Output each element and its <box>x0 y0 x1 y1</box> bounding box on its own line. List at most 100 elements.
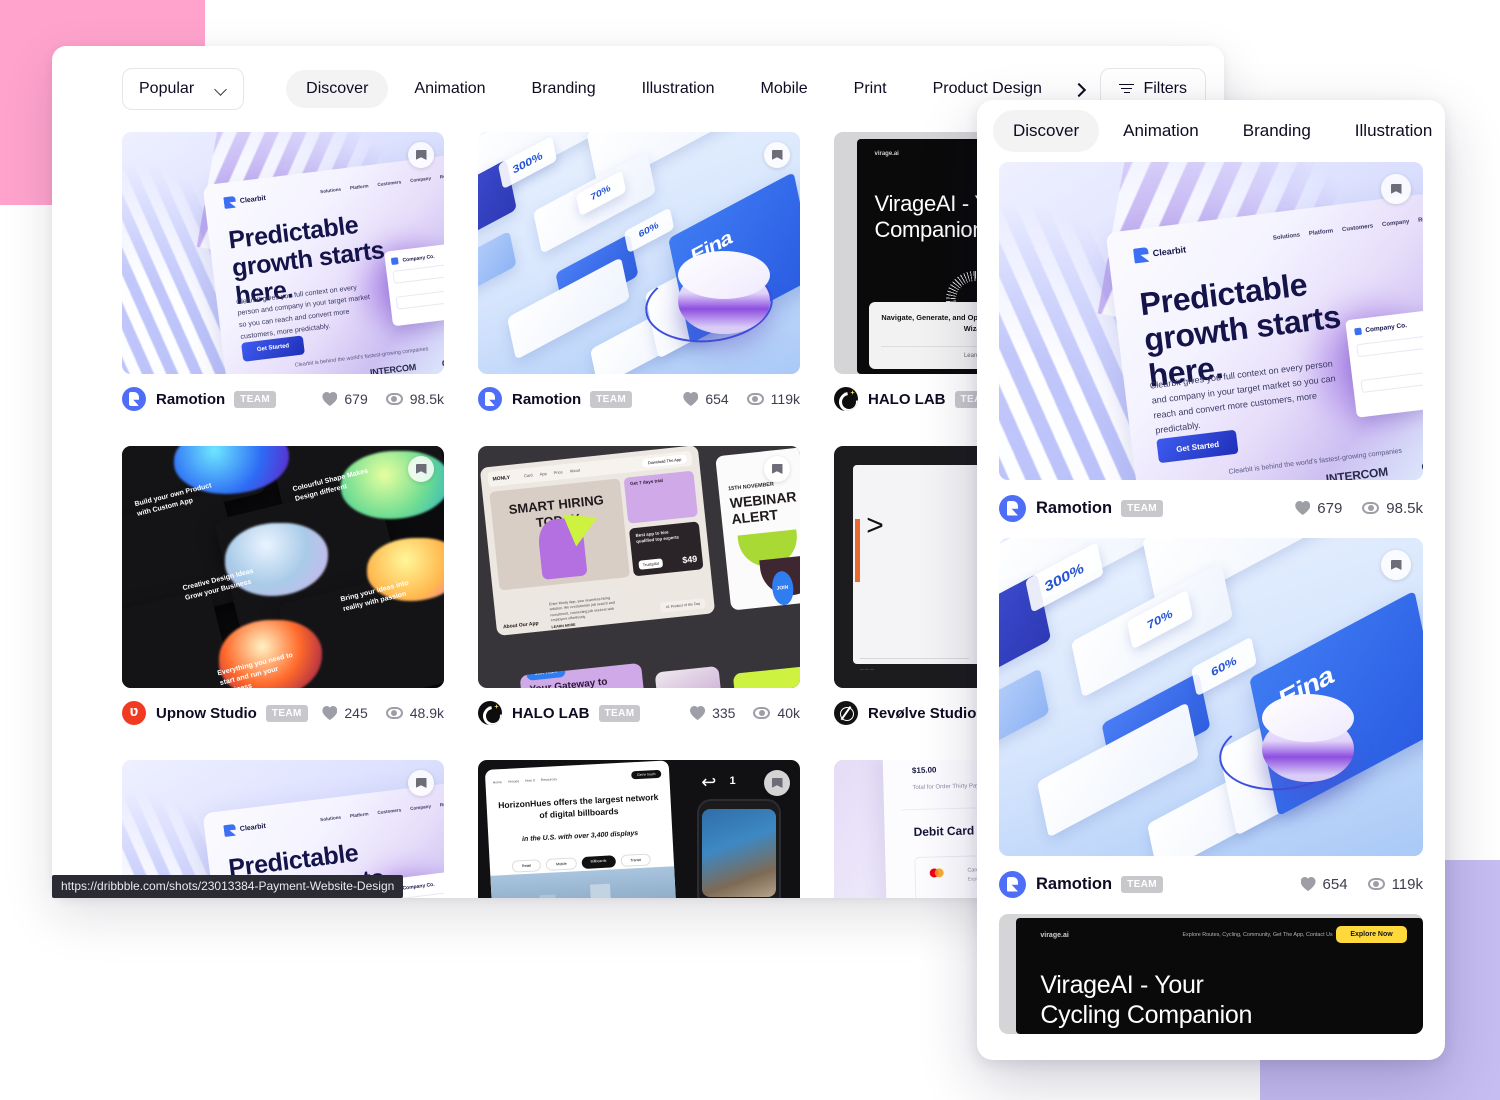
nav-link: Company <box>410 803 432 812</box>
shot-author[interactable]: HALO LAB <box>512 705 590 722</box>
monly-about: About Our App <box>502 619 539 630</box>
virage-nav-links: Explore Routes, Cycling, Community, Get … <box>1182 932 1333 939</box>
eye-icon <box>746 393 764 405</box>
sort-dropdown[interactable]: Popular <box>122 68 245 110</box>
partner-logo: asana <box>1258 476 1292 480</box>
nav-link: Resources <box>1417 214 1423 224</box>
panel-tab-animation[interactable]: Animation <box>1103 110 1219 152</box>
tab-discover[interactable]: Discover <box>286 70 389 108</box>
likes-stat: 654 <box>683 391 729 407</box>
team-badge: TEAM <box>234 390 277 408</box>
monly-brand-label: MONLY <box>747 687 798 688</box>
panel-tab-illustration[interactable]: Illustration <box>1335 110 1445 152</box>
tab-illustration[interactable]: Illustration <box>622 70 735 108</box>
shot-card[interactable]: 300% 70% 60% Eina Inter <box>999 538 1423 898</box>
likes-stat: 335 <box>690 705 735 721</box>
shot-thumbnail[interactable]: Clearbit Solutions Platform Customers Co… <box>999 162 1423 480</box>
nav-link: Customers <box>377 179 402 188</box>
shot-thumbnail[interactable]: Clearbit Solutions Platform Customers Co… <box>122 132 444 374</box>
panel-tab-branding[interactable]: Branding <box>1223 110 1331 152</box>
monly-about-body: Enter Monly App, your seamless hiring so… <box>548 595 615 623</box>
avatar[interactable] <box>478 387 502 411</box>
clearbit-logo-text: Clearbit <box>239 195 267 206</box>
shot-author[interactable]: Ramotion <box>512 391 581 408</box>
filter-icon <box>1119 83 1135 95</box>
virage-headline: VirageAI - Your Cycling Companion <box>1040 971 1253 1029</box>
shot-card[interactable]: Clearbit Solutions Platform Customers Co… <box>122 132 444 412</box>
shot-author[interactable]: Revølve Studio <box>868 705 976 722</box>
tab-branding[interactable]: Branding <box>512 70 616 108</box>
shot-card[interactable]: virage.ai Explore Routes, Cycling, Commu… <box>999 914 1423 1034</box>
shot-author[interactable]: Ramotion <box>1036 499 1112 518</box>
bookmark-icon[interactable] <box>408 142 434 168</box>
panel-tab-discover[interactable]: Discover <box>993 110 1100 152</box>
shot-card[interactable]: Home Venues How It Resources Get in touch H… <box>478 760 800 898</box>
tab-label: Animation <box>414 80 486 97</box>
shot-card[interactable]: Build your own Product with Custom App C… <box>122 446 444 726</box>
partner-logo: INTERCOM <box>1324 464 1389 480</box>
monly-brand-board: MONLY <box>732 664 800 688</box>
avatar[interactable] <box>478 701 502 725</box>
monly-trustpilot: Trustpilot <box>637 557 664 570</box>
views-count: 40k <box>777 705 800 721</box>
tab-label: Illustration <box>1354 121 1433 140</box>
bookmark-icon[interactable] <box>1381 174 1411 204</box>
bookmark-icon[interactable] <box>408 456 434 482</box>
virage-explore-button[interactable]: Explore Now <box>1336 925 1407 943</box>
tab-label: Print <box>853 80 887 97</box>
shot-author[interactable]: HALO LAB <box>868 391 946 408</box>
monly-brand: MONLY <box>491 474 511 482</box>
nav-link: Company <box>1381 218 1410 229</box>
likes-stat: 654 <box>1301 876 1348 893</box>
bookmark-icon[interactable] <box>764 456 790 482</box>
monly-download-button: Download The App <box>641 454 688 468</box>
category-tabs: Discover Animation Branding Illustration… <box>286 70 1087 108</box>
panel-category-tabs: Discover Animation Branding Illustration <box>977 100 1445 162</box>
likes-count: 335 <box>712 705 736 721</box>
nav-link: Resources <box>439 171 444 180</box>
avatar[interactable] <box>999 494 1026 522</box>
shot-thumbnail[interactable]: 300% 70% 60% Eina Inter <box>999 538 1423 856</box>
team-badge: TEAM <box>598 704 641 722</box>
shot-meta: Ramotion TEAM 654 119k <box>478 386 800 412</box>
shot-thumbnail[interactable]: Home Venues How It Resources Get in touch H… <box>478 760 800 898</box>
likes-stat: 679 <box>322 391 368 407</box>
shot-thumbnail[interactable]: MONLY Card App Price About Download The … <box>478 446 800 688</box>
tab-label: Branding <box>531 80 596 97</box>
avatar[interactable] <box>834 701 858 725</box>
shot-card[interactable]: Clearbit Solutions Platform Customers Co… <box>999 162 1423 522</box>
shot-thumbnail[interactable]: Build your own Product with Custom App C… <box>122 446 444 688</box>
artwork-isometric: 300% 70% 60% Eina Inter <box>478 132 800 374</box>
bookmark-icon[interactable] <box>1381 550 1411 580</box>
bookmark-icon[interactable] <box>764 142 790 168</box>
chevron-right-icon[interactable] <box>1060 81 1087 97</box>
tab-print[interactable]: Print <box>834 70 907 108</box>
avatar[interactable] <box>999 870 1026 898</box>
clearbit-nav-links: Solutions Platform Customers Company Res… <box>320 172 444 195</box>
shot-thumbnail[interactable]: virage.ai Explore Routes, Cycling, Commu… <box>999 914 1423 1034</box>
shot-card[interactable]: MONLY Card App Price About Download The … <box>478 446 800 726</box>
shot-stats: 654 119k <box>683 391 800 407</box>
tab-mobile[interactable]: Mobile <box>741 70 828 108</box>
tab-animation[interactable]: Animation <box>394 70 505 108</box>
tab-label: Branding <box>1242 121 1311 140</box>
monly-landing-board: MONLY Card App Price About Download The … <box>479 446 715 637</box>
bookmark-icon[interactable] <box>764 770 790 796</box>
likes-stat: 679 <box>1295 500 1342 517</box>
nav-link: Platform <box>1308 228 1334 238</box>
shot-author[interactable]: Upnow Studio <box>156 705 257 722</box>
avatar[interactable] <box>834 387 858 411</box>
clearbit-logo-text: Clearbit <box>1152 244 1187 259</box>
shot-thumbnail[interactable]: 300% 70% 60% Eina Inter <box>478 132 800 374</box>
shot-card[interactable]: 300% 70% 60% Eina Inter <box>478 132 800 412</box>
tab-label: Animation <box>1123 121 1199 140</box>
avatar[interactable] <box>122 387 146 411</box>
monly-product-of-day: #1 Product of the Day <box>659 597 706 613</box>
shot-author[interactable]: Ramotion <box>1036 875 1112 894</box>
nav-link: Solutions <box>320 814 342 823</box>
bookmark-icon[interactable] <box>408 770 434 796</box>
shot-author[interactable]: Ramotion <box>156 391 225 408</box>
monly-photo-board <box>654 665 727 688</box>
avatar[interactable] <box>122 701 146 725</box>
shot-stats: 679 98.5k <box>322 391 444 407</box>
